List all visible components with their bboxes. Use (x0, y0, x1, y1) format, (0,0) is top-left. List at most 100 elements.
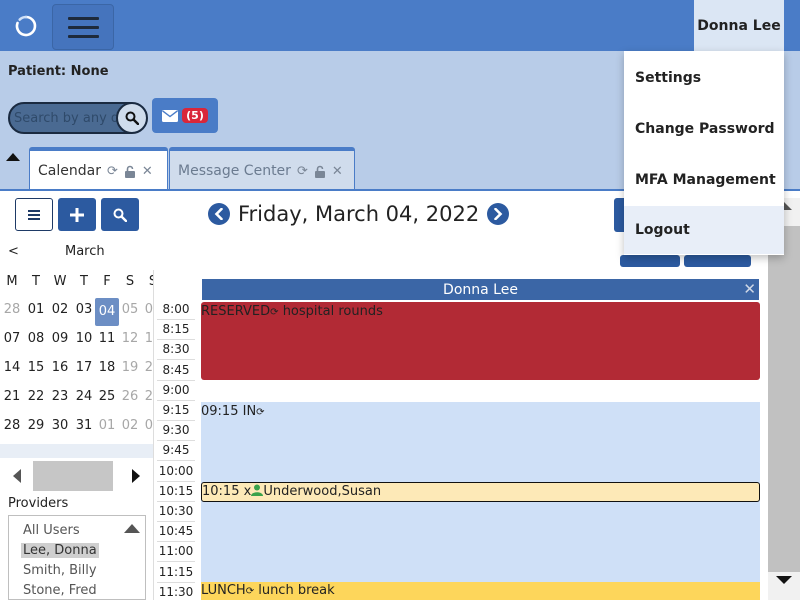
next-day-button[interactable] (487, 203, 510, 225)
weekday-label: T (32, 274, 40, 289)
calendar-day[interactable]: 14 (0, 360, 24, 375)
list-view-button[interactable] (15, 198, 53, 231)
appointment-patient[interactable]: 10:15 x Underwood,Susan (201, 482, 760, 502)
menu-item-change-password[interactable]: Change Password (624, 105, 784, 153)
menu-item-logout[interactable]: Logout (624, 206, 784, 254)
appointment-reserved[interactable]: RESERVED⟳ hospital rounds (201, 302, 760, 380)
weekday-label: F (103, 274, 111, 289)
calendar-day[interactable]: 28 (0, 418, 24, 433)
calendar-week-row: 28293031010203 (0, 418, 162, 438)
patient-search (8, 102, 148, 134)
scroll-up-icon[interactable] (124, 524, 140, 533)
add-appointment-button[interactable] (58, 198, 96, 231)
calendar-day[interactable]: 15 (24, 360, 48, 375)
calendar-day[interactable]: 02 (48, 302, 72, 317)
calendar-day-selected[interactable]: 04 (95, 298, 119, 326)
provider-item[interactable]: All Users (21, 523, 99, 538)
recurring-icon: ⟳ (245, 586, 255, 597)
weekday-header: M T W T F S S (0, 274, 157, 294)
calendar-day[interactable]: 12 (118, 331, 142, 346)
previous-month-button[interactable]: < (8, 244, 19, 259)
close-icon[interactable]: ✕ (332, 164, 343, 179)
tab-label: Message Center (178, 163, 291, 179)
menu-item-mfa-management[interactable]: MFA Management (624, 156, 784, 204)
horizontal-scrollbar[interactable] (0, 460, 153, 492)
refresh-icon[interactable]: ⟳ (297, 164, 308, 179)
scroll-left-icon[interactable] (12, 469, 22, 483)
provider-item[interactable]: Stone, Fred (21, 583, 99, 598)
tab-message-center[interactable]: Message Center ⟳ ✕ (169, 147, 355, 191)
calendar-day[interactable]: 10 (72, 331, 96, 346)
time-slot-label: 9:30 (157, 421, 195, 442)
tab-label: Calendar (38, 163, 101, 179)
scroll-thumb[interactable] (33, 461, 113, 491)
appointment-lunch[interactable]: LUNCH⟳ lunch break (201, 582, 760, 600)
calendar-day[interactable]: 19 (118, 360, 142, 375)
calendar-day[interactable]: 11 (95, 331, 119, 346)
refresh-logo-icon[interactable] (14, 14, 38, 38)
calendar-day[interactable]: 21 (0, 389, 24, 404)
calendar-day[interactable]: 26 (118, 389, 142, 404)
weekday-label: M (6, 274, 18, 289)
search-input[interactable] (14, 108, 118, 128)
time-slot-label: 11:30 (157, 583, 195, 600)
scroll-thumb[interactable] (768, 226, 800, 572)
appointment-title: IN (242, 404, 257, 419)
unlock-icon[interactable] (314, 165, 326, 178)
scroll-down-icon[interactable] (776, 576, 792, 584)
view-button[interactable] (684, 255, 751, 267)
calendar-day[interactable]: 23 (48, 389, 72, 404)
vertical-scrollbar[interactable] (768, 198, 800, 600)
refresh-icon[interactable]: ⟳ (107, 164, 118, 179)
calendar-day[interactable]: 16 (48, 360, 72, 375)
calendar-day[interactable]: 18 (95, 360, 119, 375)
collapse-panel-icon[interactable] (6, 153, 20, 161)
calendar-week-row: 14151617181920 (0, 360, 162, 380)
calendar-week-row: 07080910111213 (0, 331, 162, 351)
calendar-day[interactable]: 09 (48, 331, 72, 346)
calendar-day[interactable]: 24 (72, 389, 96, 404)
provider-item[interactable]: Smith, Billy (21, 563, 99, 578)
list-icon (28, 209, 40, 220)
providers-list[interactable]: All Users Lee, Donna Smith, Billy Stone,… (8, 515, 146, 600)
menu-item-settings[interactable]: Settings (624, 54, 784, 102)
calendar-day[interactable]: 03 (72, 302, 96, 317)
calendar-day[interactable]: 25 (95, 389, 119, 404)
close-icon[interactable]: ✕ (142, 164, 153, 179)
time-slot-label: 11:00 (157, 542, 195, 563)
unlock-icon[interactable] (124, 165, 136, 178)
appointment-time: 09:15 (201, 404, 239, 419)
calendar-day[interactable]: 22 (24, 389, 48, 404)
recurring-icon: ⟳ (270, 307, 279, 318)
provider-item-selected[interactable]: Lee, Donna (21, 543, 99, 558)
menu-toggle-button[interactable] (52, 4, 114, 50)
search-button[interactable] (116, 104, 146, 132)
calendar-day[interactable]: 08 (24, 331, 48, 346)
calendar-day[interactable]: 30 (48, 418, 72, 433)
calendar-day[interactable]: 17 (72, 360, 96, 375)
time-slot-label: 8:00 (157, 300, 195, 320)
previous-day-button[interactable] (208, 203, 230, 225)
calendar-day[interactable]: 31 (72, 418, 96, 433)
calendar-day[interactable]: 29 (24, 418, 48, 433)
user-menu-button[interactable]: Donna Lee (694, 0, 784, 51)
calendar-day[interactable]: 01 (95, 418, 119, 433)
calendar-day[interactable]: 07 (0, 331, 24, 346)
find-appointment-button[interactable] (101, 198, 139, 231)
tab-calendar[interactable]: Calendar ⟳ ✕ (29, 147, 168, 191)
mini-calendar-footer (0, 444, 153, 458)
close-icon[interactable]: ✕ (743, 280, 756, 298)
calendar-week-row: 28010203040506 (0, 298, 161, 326)
scroll-right-icon[interactable] (131, 469, 141, 483)
calendar-day[interactable]: 01 (24, 302, 48, 317)
patient-label: Patient: None (8, 64, 109, 79)
calendar-day[interactable]: 02 (118, 418, 142, 433)
messages-button[interactable]: (5) (152, 98, 218, 133)
provider-column-name: Donna Lee (443, 281, 518, 298)
search-icon (113, 208, 127, 222)
calendar-day[interactable]: 28 (0, 302, 24, 317)
view-button[interactable] (620, 255, 680, 267)
calendar-day[interactable]: 05 (118, 302, 142, 317)
weekday-label: T (80, 274, 88, 289)
chevron-right-icon (494, 208, 503, 220)
